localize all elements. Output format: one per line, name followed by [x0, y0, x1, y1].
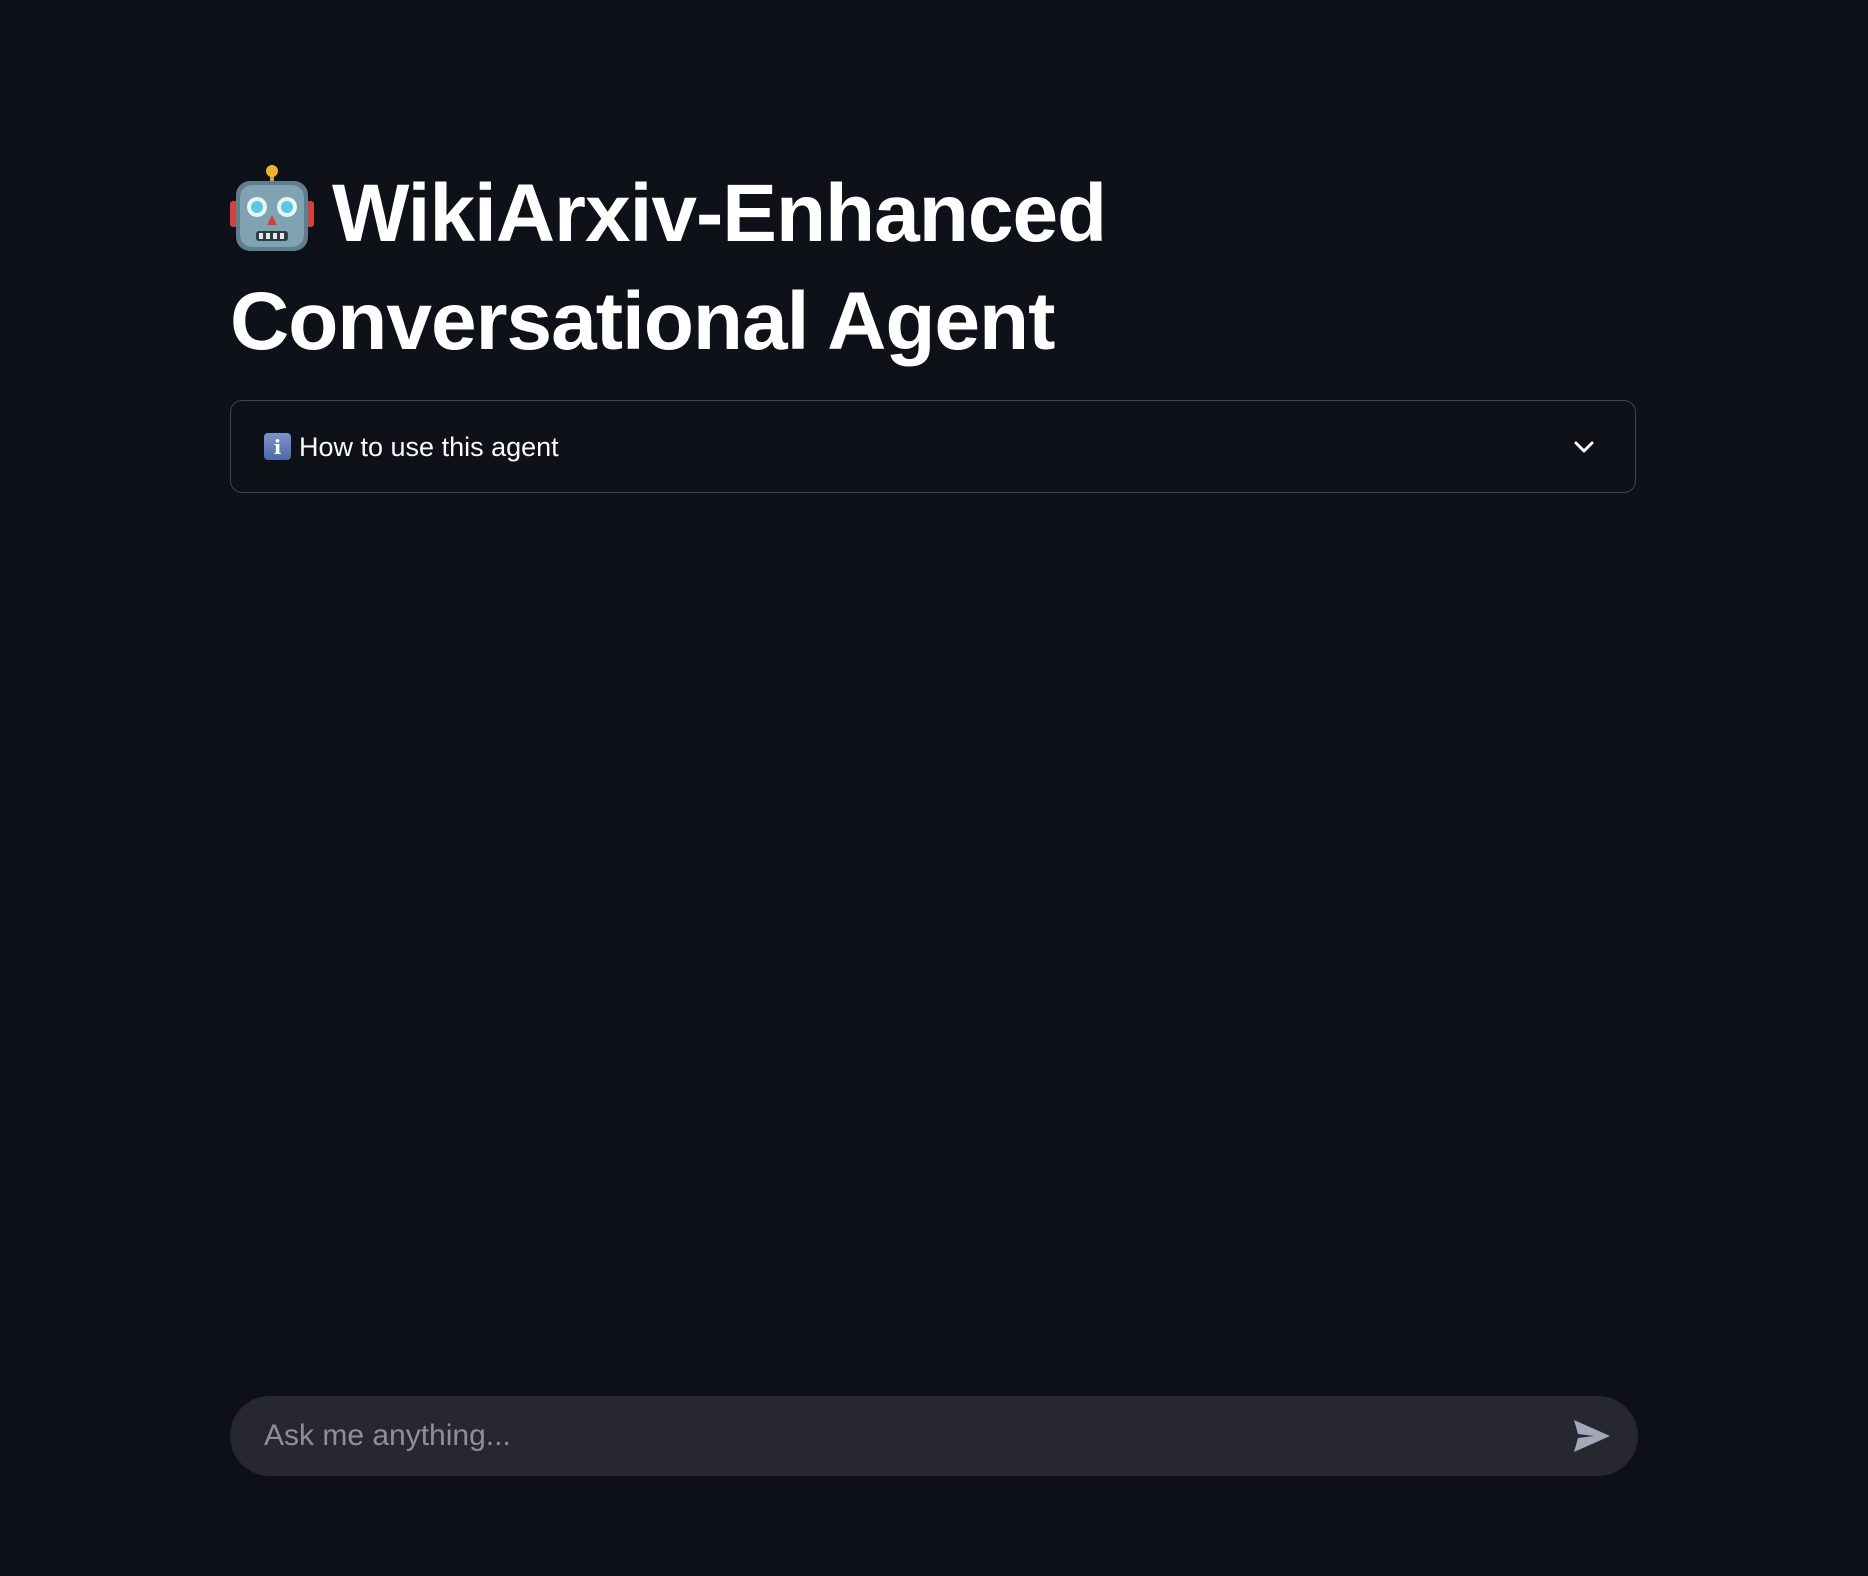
page-title-text: WikiArxiv-Enhanced Conversational Agent [230, 168, 1107, 367]
main-container: WikiArxiv-Enhanced Conversational Agent … [230, 160, 1638, 493]
chat-input-bar [230, 1396, 1638, 1476]
how-to-use-expander[interactable]: i How to use this agent [230, 400, 1636, 493]
robot-face-icon [230, 165, 314, 251]
info-icon: i [264, 433, 291, 460]
chevron-down-icon[interactable] [1571, 434, 1597, 460]
expander-label: How to use this agent [299, 432, 559, 462]
send-button[interactable] [1568, 1412, 1616, 1460]
chat-input[interactable] [264, 1396, 1544, 1476]
send-icon [1574, 1420, 1610, 1452]
page-title: WikiArxiv-Enhanced Conversational Agent [230, 160, 1130, 376]
